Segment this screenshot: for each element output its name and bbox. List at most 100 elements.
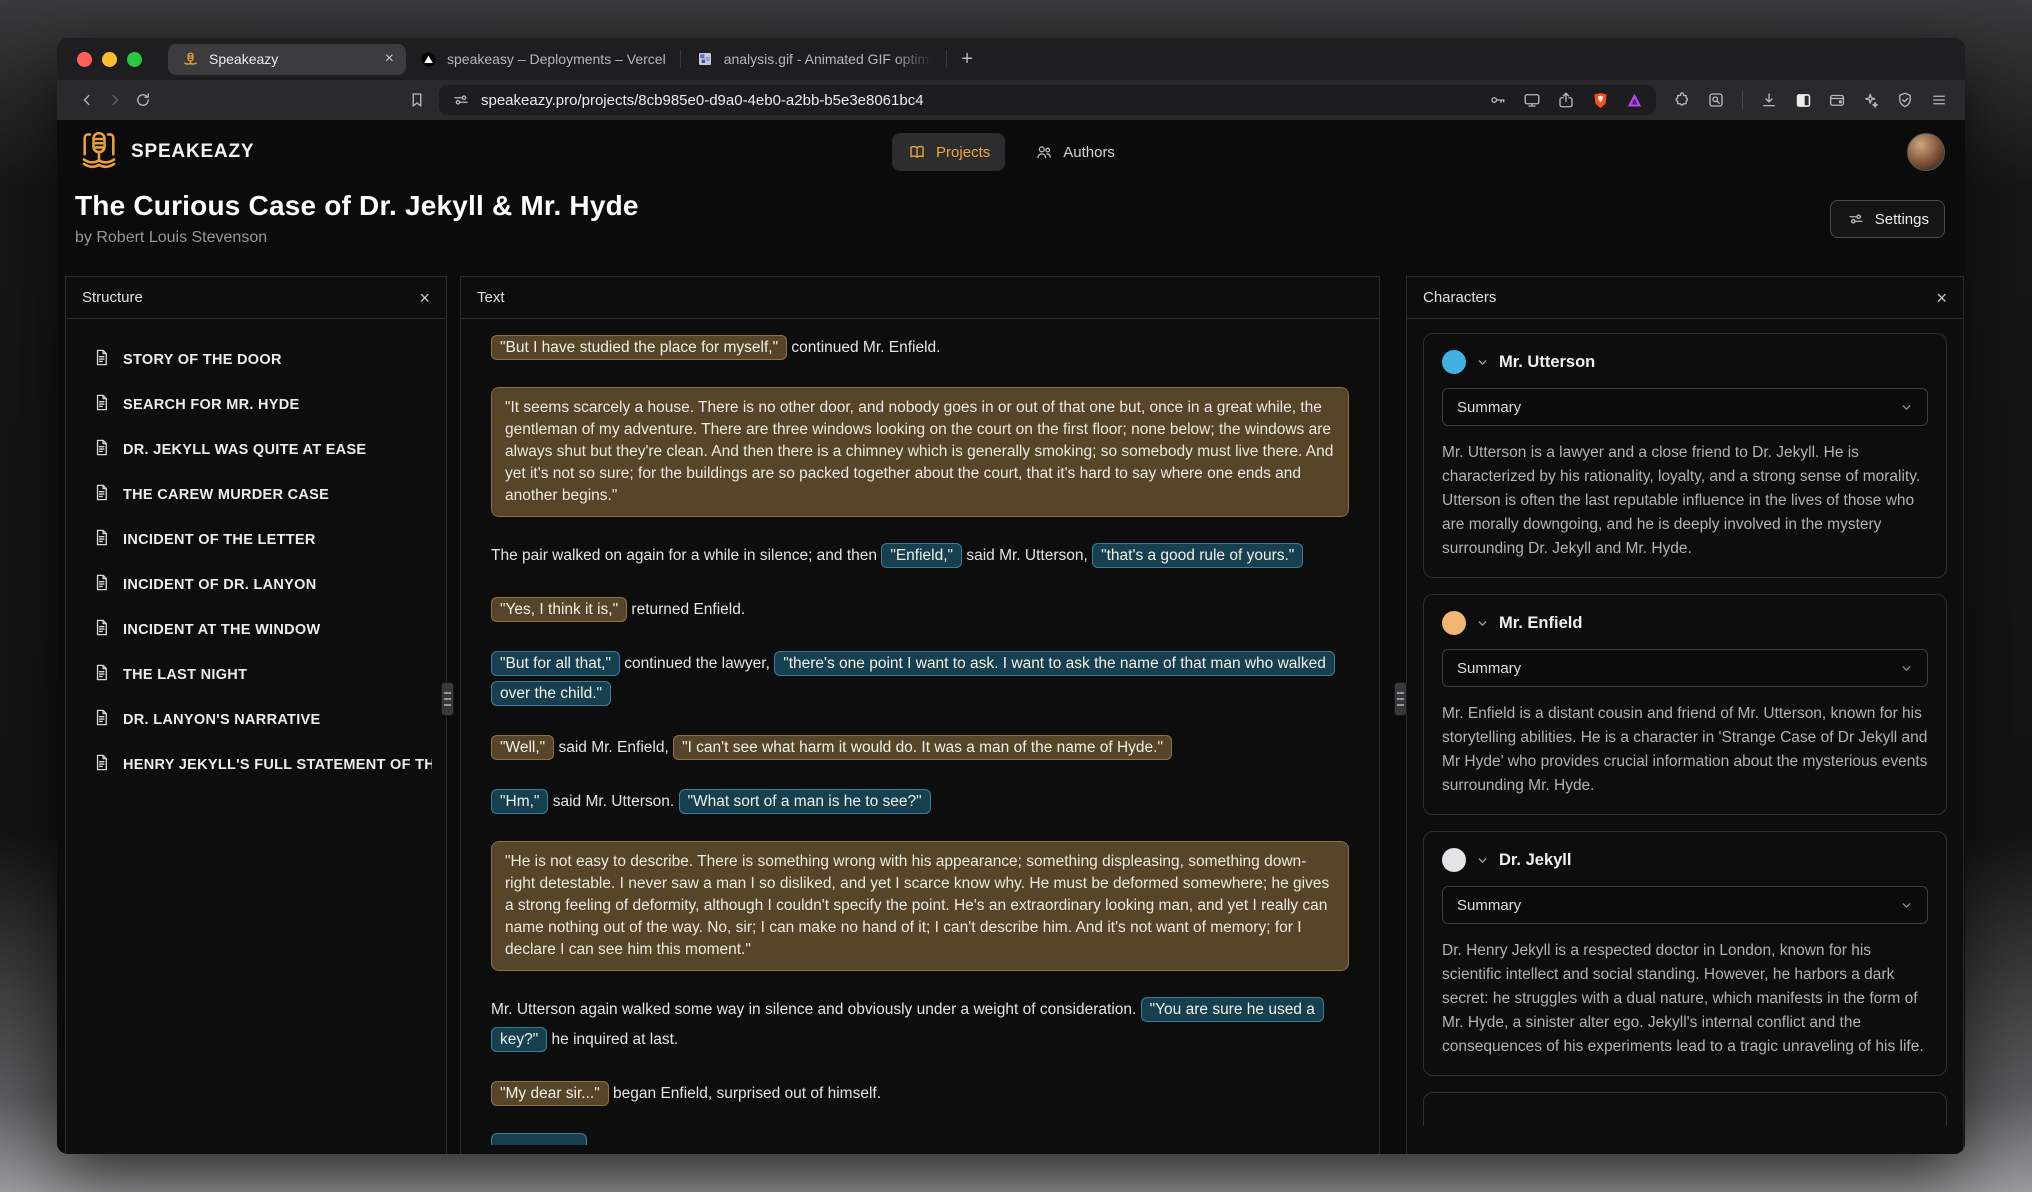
quote-highlight-utterson[interactable]: "Enfield," xyxy=(881,543,962,568)
quote-highlight-enfield[interactable]: "But I have studied the place for myself… xyxy=(491,335,787,360)
app-header: SPEAKEAZY Projects Authors xyxy=(57,120,1965,184)
narration-text: said Mr. Utterson. xyxy=(548,793,678,810)
url-text: speakeazy.pro/projects/8cb985e0-d9a0-4eb… xyxy=(481,92,1478,109)
close-icon[interactable]: × xyxy=(419,289,430,307)
text-paragraph: "He is not easy to describe. There is so… xyxy=(491,841,1349,971)
quote-highlight-enfield[interactable]: "I can't see what harm it would do. It w… xyxy=(673,735,1172,760)
structure-item[interactable]: DR. JEKYLL WAS QUITE AT EASE xyxy=(80,427,432,472)
brave-shield-icon[interactable] xyxy=(1590,90,1610,110)
tune-icon[interactable] xyxy=(451,90,471,110)
structure-item[interactable]: DR. LANYON'S NARRATIVE xyxy=(80,697,432,742)
gif-file-icon xyxy=(695,49,715,69)
device-icon[interactable] xyxy=(1522,90,1542,110)
quote-highlight-enfield[interactable]: "Well," xyxy=(491,735,554,760)
selected-view-label: Summary xyxy=(1457,399,1521,416)
narration-text: said Mr. Enfield, xyxy=(554,739,673,756)
wallet-icon[interactable] xyxy=(1827,90,1847,110)
narration-text: he inquired at last. xyxy=(547,1031,678,1048)
settings-button[interactable]: Settings xyxy=(1830,200,1945,238)
character-color-avatar[interactable] xyxy=(1442,848,1466,872)
document-icon xyxy=(92,753,111,776)
structure-item[interactable]: SEARCH FOR MR. HYDE xyxy=(80,382,432,427)
quote-highlight-enfield[interactable]: "He is not easy to describe. There is so… xyxy=(491,841,1349,971)
document-icon xyxy=(92,573,111,596)
document-icon xyxy=(92,348,111,371)
structure-item-label: THE LAST NIGHT xyxy=(123,667,247,683)
quote-highlight-utterson[interactable]: "But for all that," xyxy=(491,651,620,676)
nav-projects[interactable]: Projects xyxy=(892,133,1005,171)
text-paragraph xyxy=(491,1133,1349,1154)
chevron-down-icon[interactable] xyxy=(1476,854,1489,867)
narration-text: Mr. Utterson again walked some way in si… xyxy=(491,1001,1141,1018)
structure-item[interactable]: STORY OF THE DOOR xyxy=(80,337,432,382)
structure-item[interactable]: INCIDENT OF THE LETTER xyxy=(80,517,432,562)
tab-close-icon[interactable]: × xyxy=(385,51,394,67)
quote-highlight-enfield[interactable]: "It seems scarcely a house. There is no … xyxy=(491,387,1349,517)
quote-highlight-enfield[interactable]: "Yes, I think it is," xyxy=(491,597,627,622)
structure-item-label: INCIDENT AT THE WINDOW xyxy=(123,622,321,638)
close-window-button[interactable] xyxy=(77,52,92,67)
quote-highlight-enfield[interactable]: "My dear sir..." xyxy=(491,1081,609,1106)
selected-view-label: Summary xyxy=(1457,660,1521,677)
url-field[interactable]: speakeazy.pro/projects/8cb985e0-d9a0-4eb… xyxy=(439,85,1656,115)
tab-speakeazy[interactable]: Speakeazy × xyxy=(168,44,406,75)
document-icon xyxy=(92,618,111,641)
share-icon[interactable] xyxy=(1556,90,1576,110)
chevron-down-icon xyxy=(1900,662,1913,675)
minimize-window-button[interactable] xyxy=(102,52,117,67)
reload-icon[interactable] xyxy=(129,86,157,114)
structure-item-label: INCIDENT OF THE LETTER xyxy=(123,532,316,548)
chevron-down-icon[interactable] xyxy=(1476,617,1489,630)
character-summary: Mr. Enfield is a distant cousin and frie… xyxy=(1442,702,1928,798)
character-view-select[interactable]: Summary xyxy=(1442,388,1928,426)
quote-highlight-utterson[interactable]: "that's a good rule of yours." xyxy=(1092,543,1303,568)
panel-resize-handle[interactable] xyxy=(441,682,454,716)
structure-item[interactable]: THE LAST NIGHT xyxy=(80,652,432,697)
users-icon xyxy=(1034,142,1054,162)
back-icon[interactable] xyxy=(73,86,101,114)
bookmark-icon[interactable] xyxy=(407,90,427,110)
panel-title: Text xyxy=(477,289,505,306)
speakeazy-app: SPEAKEAZY Projects Authors The Curious C… xyxy=(57,120,1965,1154)
brand[interactable]: SPEAKEAZY xyxy=(77,128,254,177)
character-color-avatar[interactable] xyxy=(1442,350,1466,374)
quote-highlight-utterson[interactable] xyxy=(491,1133,587,1145)
close-icon[interactable]: × xyxy=(1936,289,1947,307)
structure-item[interactable]: INCIDENT OF DR. LANYON xyxy=(80,562,432,607)
text-paragraph: "But for all that," continued the lawyer… xyxy=(491,649,1349,709)
user-avatar[interactable] xyxy=(1907,133,1945,171)
character-view-select[interactable]: Summary xyxy=(1442,886,1928,924)
sidebar-icon[interactable] xyxy=(1793,90,1813,110)
character-view-select[interactable]: Summary xyxy=(1442,649,1928,687)
menu-icon[interactable] xyxy=(1929,90,1949,110)
chevron-down-icon[interactable] xyxy=(1476,356,1489,369)
zoom-window-button[interactable] xyxy=(127,52,142,67)
structure-item[interactable]: HENRY JEKYLL'S FULL STATEMENT OF TH... xyxy=(80,742,432,787)
character-name: Mr. Utterson xyxy=(1499,353,1595,372)
nav-authors[interactable]: Authors xyxy=(1019,133,1130,171)
key-icon[interactable] xyxy=(1488,90,1508,110)
structure-item[interactable]: THE CAREW MURDER CASE xyxy=(80,472,432,517)
brand-name: SPEAKEAZY xyxy=(131,141,254,163)
sparkles-icon[interactable] xyxy=(1861,90,1881,110)
chevron-down-icon xyxy=(1900,899,1913,912)
window-controls xyxy=(77,52,142,67)
tab-vercel-deployments[interactable]: speakeasy – Deployments – Vercel xyxy=(406,44,678,75)
character-color-avatar[interactable] xyxy=(1442,611,1466,635)
structure-item[interactable]: INCIDENT AT THE WINDOW xyxy=(80,607,432,652)
search-panel-icon[interactable] xyxy=(1706,90,1726,110)
new-tab-button[interactable]: + xyxy=(961,48,973,71)
vpn-shield-icon[interactable] xyxy=(1895,90,1915,110)
brave-rewards-icon[interactable] xyxy=(1624,90,1644,110)
document-icon xyxy=(92,438,111,461)
extensions-icon[interactable] xyxy=(1672,90,1692,110)
character-summary: Mr. Utterson is a lawyer and a close fri… xyxy=(1442,441,1928,561)
download-icon[interactable] xyxy=(1759,90,1779,110)
characters-panel: Characters × Mr. UttersonSummaryMr. Utte… xyxy=(1406,276,1964,1154)
quote-highlight-utterson[interactable]: "Hm," xyxy=(491,789,548,814)
tab-analysis-gif[interactable]: analysis.gif - Animated GIF optimi xyxy=(683,44,945,75)
quote-highlight-utterson[interactable]: "What sort of a man is he to see?" xyxy=(679,789,931,814)
structure-panel: Structure × STORY OF THE DOORSEARCH FOR … xyxy=(65,276,447,1154)
panel-resize-handle[interactable] xyxy=(1394,682,1407,716)
forward-icon[interactable] xyxy=(101,86,129,114)
